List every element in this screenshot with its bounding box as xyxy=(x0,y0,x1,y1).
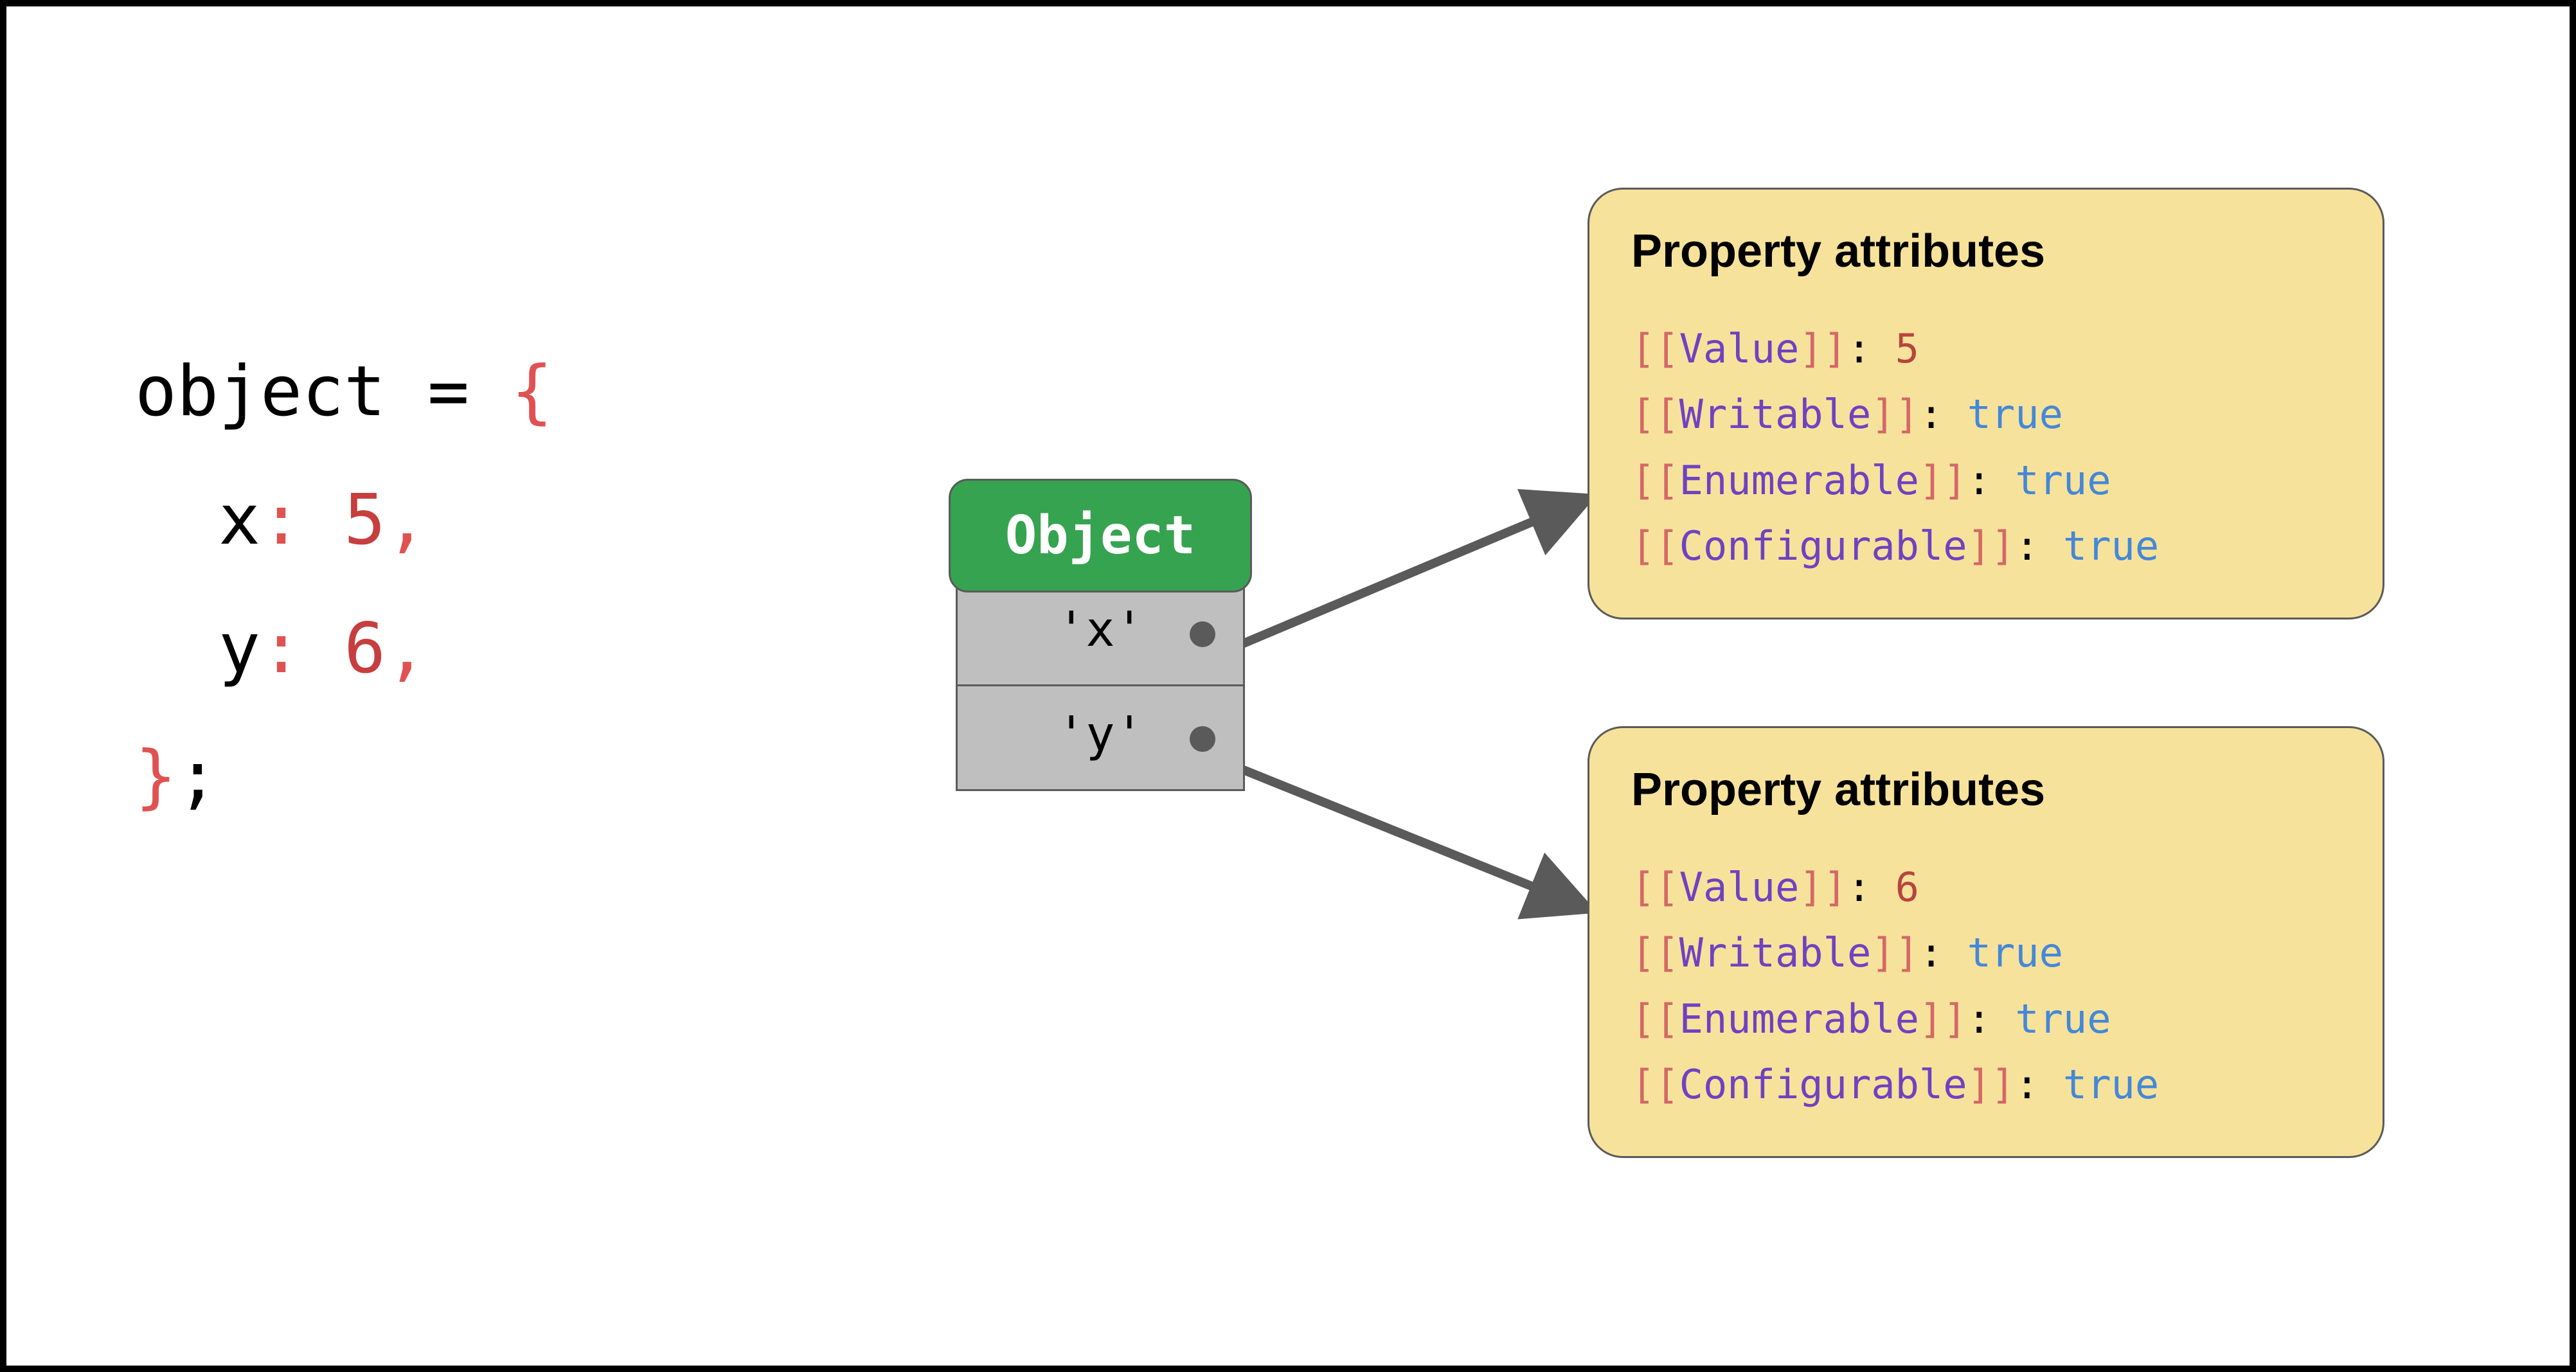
code-key-x: x xyxy=(135,480,260,560)
object-header: Object xyxy=(949,479,1252,592)
code-colon-x: : xyxy=(260,480,344,560)
code-line-1: object = { xyxy=(135,328,553,456)
connector-dot-y xyxy=(1190,726,1215,752)
attr-value-line-2: [[Value]]: 6 xyxy=(1631,855,2341,920)
object-row-y-label: 'y' xyxy=(1057,706,1143,762)
code-key-y: y xyxy=(135,609,260,689)
code-brace-close: } xyxy=(135,736,177,817)
attr-title-2: Property attributes xyxy=(1631,763,2341,816)
code-comma-x: , xyxy=(386,480,427,560)
object-rows: 'x' 'y' xyxy=(956,580,1245,791)
diagram-frame: object = { x: 5, y: 6, }; Object 'x' 'y' xyxy=(0,0,2576,1372)
arrow-y xyxy=(1208,745,1607,925)
code-semicolon: ; xyxy=(177,736,219,817)
code-line-3: y: 6, xyxy=(135,585,553,713)
code-line-2: x: 5, xyxy=(135,456,553,585)
attr-writable-line-1: [[Writable]]: true xyxy=(1631,382,2341,447)
attr-writable-line-2: [[Writable]]: true xyxy=(1631,920,2341,986)
property-attributes-box-x: Property attributes [[Value]]: 5 [[Writa… xyxy=(1588,188,2384,619)
object-row-x: 'x' xyxy=(958,582,1243,686)
object-row-y: 'y' xyxy=(958,686,1243,789)
object-row-x-label: 'x' xyxy=(1057,601,1143,657)
code-val-y: 6 xyxy=(344,609,386,689)
code-val-x: 5 xyxy=(344,480,386,560)
connector-dot-x xyxy=(1190,621,1215,647)
code-equals: = xyxy=(386,352,511,432)
code-line-4: }; xyxy=(135,713,553,841)
attr-value-line-1: [[Value]]: 5 xyxy=(1631,316,2341,382)
attr-enumerable-line-2: [[Enumerable]]: true xyxy=(1631,986,2341,1052)
attr-configurable-line-2: [[Configurable]]: true xyxy=(1631,1052,2341,1118)
attr-configurable-line-1: [[Configurable]]: true xyxy=(1631,513,2341,579)
code-colon-y: : xyxy=(260,609,344,689)
property-attributes-box-y: Property attributes [[Value]]: 6 [[Writa… xyxy=(1588,726,2384,1158)
code-comma-y: , xyxy=(386,609,427,689)
code-brace-open: { xyxy=(511,352,553,432)
code-snippet: object = { x: 5, y: 6, }; xyxy=(135,328,553,841)
arrow-x xyxy=(1208,482,1607,675)
attr-title-1: Property attributes xyxy=(1631,225,2341,278)
code-object-keyword: object xyxy=(135,352,386,432)
attr-enumerable-line-1: [[Enumerable]]: true xyxy=(1631,448,2341,513)
object-diagram: Object 'x' 'y' xyxy=(949,479,1252,791)
